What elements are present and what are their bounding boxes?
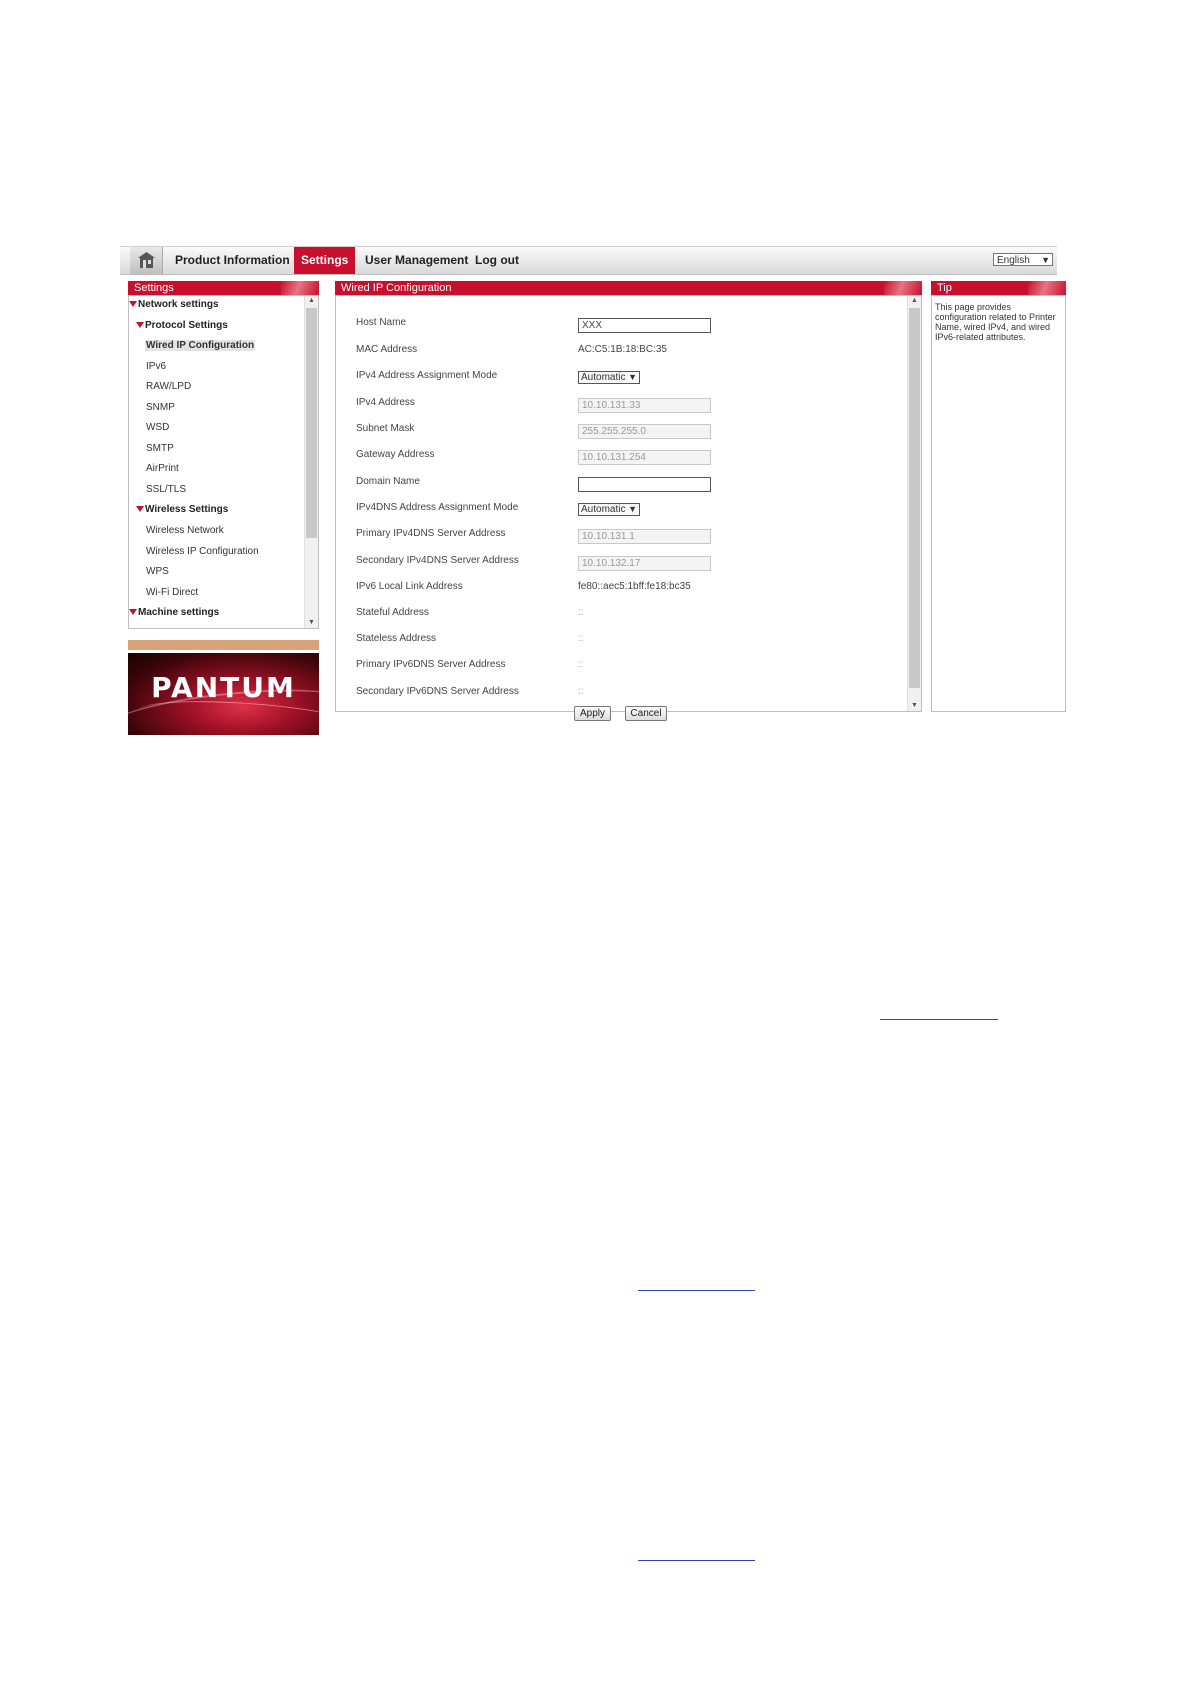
document-link-underline [638, 1290, 755, 1291]
brand-strip [128, 640, 319, 650]
chevron-down-icon: ▼ [628, 504, 637, 514]
nav-settings[interactable]: Settings [294, 247, 356, 274]
tree-wireless-ip-configuration[interactable]: Wireless IP Configuration [146, 546, 259, 557]
expand-triangle-icon [129, 609, 137, 616]
tree-machine-settings[interactable]: Machine settings [129, 607, 219, 618]
scroll-up-icon[interactable]: ▲ [908, 296, 921, 306]
mac-address-label: MAC Address [356, 344, 418, 355]
tree-wired-ip-configuration[interactable]: Wired IP Configuration [145, 340, 256, 351]
domain-name-label: Domain Name [356, 476, 420, 487]
tip-title: Tip [937, 282, 952, 294]
sidebar-scroll-thumb[interactable] [306, 308, 317, 538]
tree-raw-lpd[interactable]: RAW/LPD [146, 381, 191, 392]
ipv6-local-link-label: IPv6 Local Link Address [356, 581, 463, 592]
ipv4-assignment-mode-label: IPv4 Address Assignment Mode [356, 370, 498, 381]
mac-address-value: AC:C5:1B:18:BC:35 [578, 344, 667, 355]
tip-panel [931, 295, 1066, 712]
ipv4-assignment-mode-value: Automatic [581, 372, 626, 383]
home-button[interactable] [130, 247, 163, 274]
brand-logo-text: PANTUM [151, 671, 296, 704]
tree-network-settings[interactable]: Network settings [129, 299, 219, 310]
ipv6-local-link-value: fe80::aec5:1bff:fe18:bc35 [578, 581, 691, 592]
tree-wireless-settings[interactable]: Wireless Settings [136, 504, 228, 515]
tree-ssl-tls[interactable]: SSL/TLS [146, 484, 186, 495]
scroll-down-icon[interactable]: ▼ [908, 701, 921, 711]
domain-name-input[interactable] [578, 477, 711, 492]
language-select[interactable]: English ▼ [993, 253, 1053, 266]
home-icon [138, 252, 155, 268]
ipv4-address-label: IPv4 Address [356, 397, 415, 408]
document-link-underline [638, 1560, 755, 1561]
tip-header: Tip [931, 281, 1066, 295]
tree-snmp[interactable]: SNMP [146, 402, 175, 413]
tree-ipv6[interactable]: IPv6 [146, 361, 166, 372]
scroll-up-icon[interactable]: ▲ [305, 296, 318, 306]
sidebar-header: Settings [128, 281, 319, 295]
host-name-input[interactable]: XXX [578, 318, 711, 333]
expand-triangle-icon [129, 301, 137, 308]
secondary-ipv4dns-label: Secondary IPv4DNS Server Address [356, 555, 519, 566]
subnet-mask-label: Subnet Mask [356, 423, 415, 434]
host-name-label: Host Name [356, 317, 407, 328]
ipv4-assignment-mode-select[interactable]: Automatic ▼ [578, 371, 640, 384]
tree-wireless-network[interactable]: Wireless Network [146, 525, 224, 536]
apply-button[interactable]: Apply [574, 706, 611, 721]
secondary-ipv4dns-input: 10.10.132.17 [578, 556, 711, 571]
primary-ipv4dns-label: Primary IPv4DNS Server Address [356, 528, 506, 539]
tree-smtp[interactable]: SMTP [146, 443, 174, 454]
ipv4dns-assignment-mode-value: Automatic [581, 504, 626, 515]
chevron-down-icon: ▼ [628, 372, 637, 382]
main-header: Wired IP Configuration [335, 281, 922, 295]
stateful-address-label: Stateful Address [356, 607, 429, 618]
nav-log-out[interactable]: Log out [468, 247, 526, 274]
stateless-address-value: :: [578, 633, 584, 644]
primary-ipv6dns-label: Primary IPv6DNS Server Address [356, 659, 506, 670]
pantum-logo: PANTUM [128, 653, 319, 735]
cancel-button[interactable]: Cancel [625, 706, 667, 721]
expand-triangle-icon [136, 322, 144, 329]
stateless-address-label: Stateless Address [356, 633, 437, 644]
tree-protocol-settings[interactable]: Protocol Settings [136, 320, 228, 331]
sidebar-title: Settings [134, 282, 174, 294]
main-scroll-thumb[interactable] [909, 308, 920, 688]
top-navigation-bar: Product Information Settings User Manage… [120, 246, 1057, 275]
language-select-value: English [997, 255, 1030, 266]
nav-user-management[interactable]: User Management [358, 247, 475, 274]
secondary-ipv6dns-label: Secondary IPv6DNS Server Address [356, 686, 519, 697]
scroll-down-icon[interactable]: ▼ [305, 618, 318, 628]
gateway-address-label: Gateway Address [356, 449, 435, 460]
subnet-mask-input: 255.255.255.0 [578, 424, 711, 439]
document-link-underline [880, 1019, 998, 1020]
chevron-down-icon: ▼ [1041, 255, 1050, 265]
gateway-address-input: 10.10.131.254 [578, 450, 711, 465]
nav-product-information[interactable]: Product Information [168, 247, 297, 274]
secondary-ipv6dns-value: :: [578, 686, 584, 697]
stateful-address-value: :: [578, 607, 584, 618]
tree-wifi-direct[interactable]: Wi-Fi Direct [146, 587, 198, 598]
ipv4dns-assignment-mode-select[interactable]: Automatic ▼ [578, 503, 640, 516]
primary-ipv4dns-input: 10.10.131.1 [578, 529, 711, 544]
main-scrollbar[interactable]: ▲ ▼ [907, 296, 921, 711]
ipv4dns-assignment-mode-label: IPv4DNS Address Assignment Mode [356, 502, 519, 513]
ipv4-address-input: 10.10.131.33 [578, 398, 711, 413]
tree-airprint[interactable]: AirPrint [146, 463, 179, 474]
main-title: Wired IP Configuration [341, 282, 452, 294]
tip-text: This page provides configuration related… [935, 302, 1056, 342]
sidebar-scrollbar[interactable]: ▲ ▼ [304, 296, 318, 628]
tree-wps[interactable]: WPS [146, 566, 169, 577]
expand-triangle-icon [136, 506, 144, 513]
tree-wsd[interactable]: WSD [146, 422, 169, 433]
primary-ipv6dns-value: :: [578, 659, 584, 670]
